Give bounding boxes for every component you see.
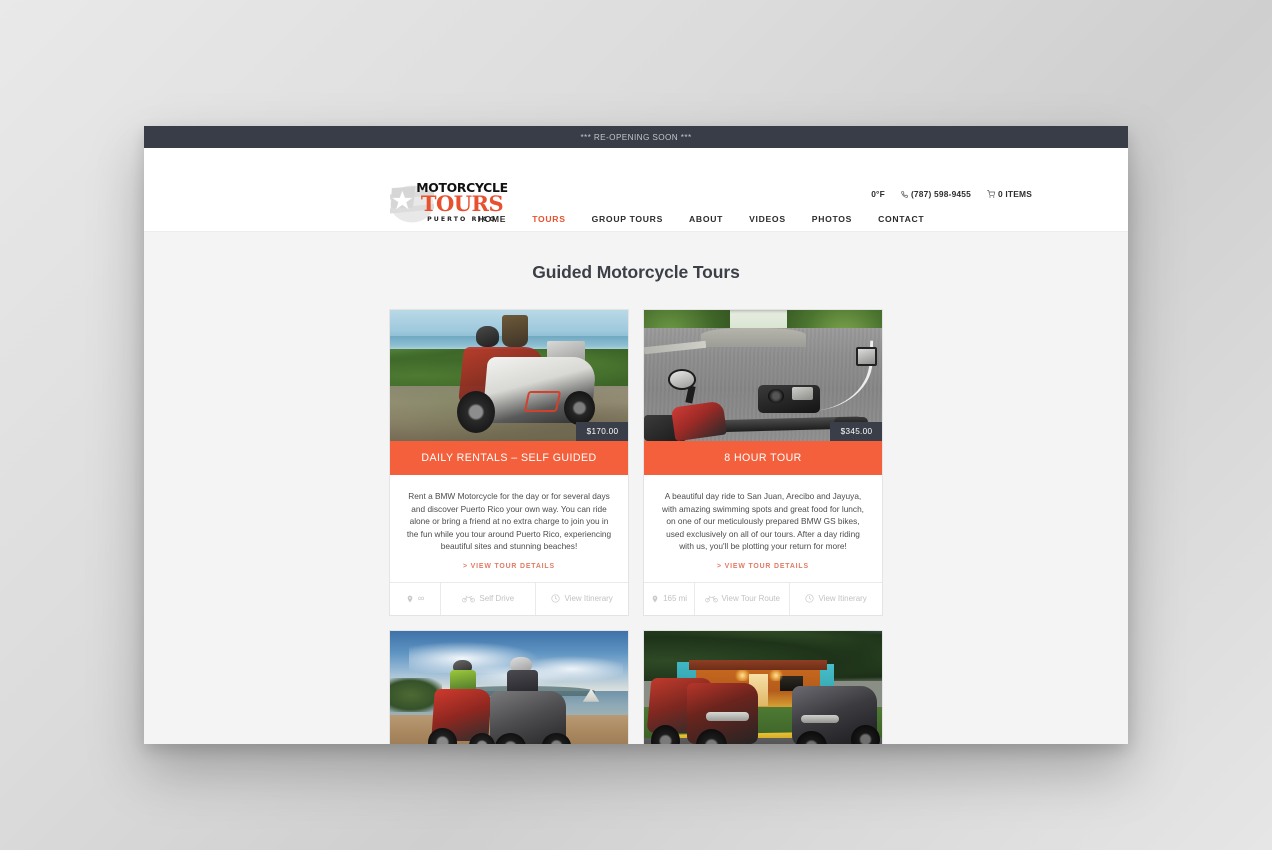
clock-icon <box>805 594 815 604</box>
browser-window: *** RE-OPENING SOON *** MOTORCYCLE TOURS… <box>144 126 1128 744</box>
tour-card-description: Rent a BMW Motorcycle for the day or for… <box>406 491 612 552</box>
tour-drive-type[interactable]: Self Drive <box>441 582 537 615</box>
nav-item-photos[interactable]: PHOTOS <box>812 214 852 224</box>
tour-card-title: 8 HOUR TOUR <box>644 441 882 475</box>
tour-card[interactable]: $345.00 8 HOUR TOUR A beautiful day ride… <box>643 309 883 616</box>
announcement-bar: *** RE-OPENING SOON *** <box>144 126 1128 148</box>
tour-card-image: $345.00 <box>644 310 882 441</box>
price-badge: $345.00 <box>830 422 882 441</box>
tour-distance[interactable]: ∞ <box>390 582 442 615</box>
cart-link[interactable]: 0 ITEMS <box>987 189 1032 199</box>
tour-card-image <box>390 630 628 744</box>
logo-line-2: TOURS <box>420 191 504 216</box>
nav-item-contact[interactable]: CONTACT <box>878 214 924 224</box>
phone-link[interactable]: (787) 598-9455 <box>901 189 971 199</box>
tour-card[interactable] <box>643 629 883 744</box>
tour-card-footer: ∞ Self Drive View Itinerary <box>390 581 628 615</box>
tour-itinerary-label: View Itinerary <box>564 594 613 604</box>
tour-card-title: DAILY RENTALS – SELF GUIDED <box>390 441 628 475</box>
phone-number: (787) 598-9455 <box>910 189 972 199</box>
site-header: MOTORCYCLE TOURS PUERTO RICO 0°F (787) 5… <box>144 148 1128 232</box>
tour-route[interactable]: View Tour Route <box>695 582 791 615</box>
motorcycle-icon <box>462 594 476 603</box>
main-navigation: HOME TOURS GROUP TOURS ABOUT VIDEOS PHOT… <box>144 214 1128 224</box>
price-badge: $170.00 <box>576 422 628 441</box>
phone-icon <box>901 190 908 198</box>
tour-card-image <box>644 630 882 744</box>
view-tour-details-link[interactable]: > VIEW TOUR DETAILS <box>660 563 866 570</box>
tour-route-label: View Tour Route <box>721 594 780 604</box>
location-pin-icon <box>651 594 659 604</box>
announcement-text: *** RE-OPENING SOON *** <box>580 132 692 142</box>
tour-card-body: A beautiful day ride to San Juan, Arecib… <box>644 475 882 582</box>
tour-drive-label: Self Drive <box>479 594 515 604</box>
tour-card-description: A beautiful day ride to San Juan, Arecib… <box>662 491 864 552</box>
bay-riders-photo <box>390 630 628 744</box>
tour-card-body: Rent a BMW Motorcycle for the day or for… <box>390 475 628 582</box>
tour-card-image: $170.00 <box>390 310 628 441</box>
tour-card-footer: 165 mi View Tour Route View Itinerary <box>644 581 882 615</box>
tour-itinerary-label: View Itinerary <box>818 594 867 604</box>
weather-readout: 0°F <box>871 189 885 199</box>
nav-item-about[interactable]: ABOUT <box>689 214 723 224</box>
tour-card[interactable] <box>389 629 629 744</box>
nav-item-home[interactable]: HOME <box>478 214 507 224</box>
utility-bar: 0°F (787) 598-9455 0 ITEMS <box>871 189 1032 199</box>
dusk-house-photo <box>644 630 882 744</box>
nav-item-group-tours[interactable]: GROUP TOURS <box>592 214 663 224</box>
page-title: Guided Motorcycle Tours <box>532 262 740 282</box>
tour-distance-value: ∞ <box>417 593 425 604</box>
nav-item-tours[interactable]: TOURS <box>532 214 565 224</box>
temperature-value: 0°F <box>871 189 885 199</box>
nav-item-videos[interactable]: VIDEOS <box>749 214 786 224</box>
cart-icon <box>987 190 996 198</box>
cart-count: 0 ITEMS <box>998 189 1032 199</box>
tour-card[interactable]: $170.00 DAILY RENTALS – SELF GUIDED Rent… <box>389 309 629 616</box>
view-tour-details-link[interactable]: > VIEW TOUR DETAILS <box>406 563 612 570</box>
location-pin-icon <box>406 594 414 604</box>
page-content: Guided Motorcycle Tours $170.00 DAILY RE… <box>144 232 1128 744</box>
clock-icon <box>551 594 561 604</box>
tour-distance[interactable]: 165 mi <box>644 582 696 615</box>
tour-itinerary[interactable]: View Itinerary <box>536 583 628 615</box>
tour-itinerary[interactable]: View Itinerary <box>790 583 882 615</box>
motorcycle-icon <box>704 594 718 603</box>
tour-card-grid: $170.00 DAILY RENTALS – SELF GUIDED Rent… <box>389 309 883 744</box>
tour-distance-value: 165 mi <box>663 594 688 604</box>
